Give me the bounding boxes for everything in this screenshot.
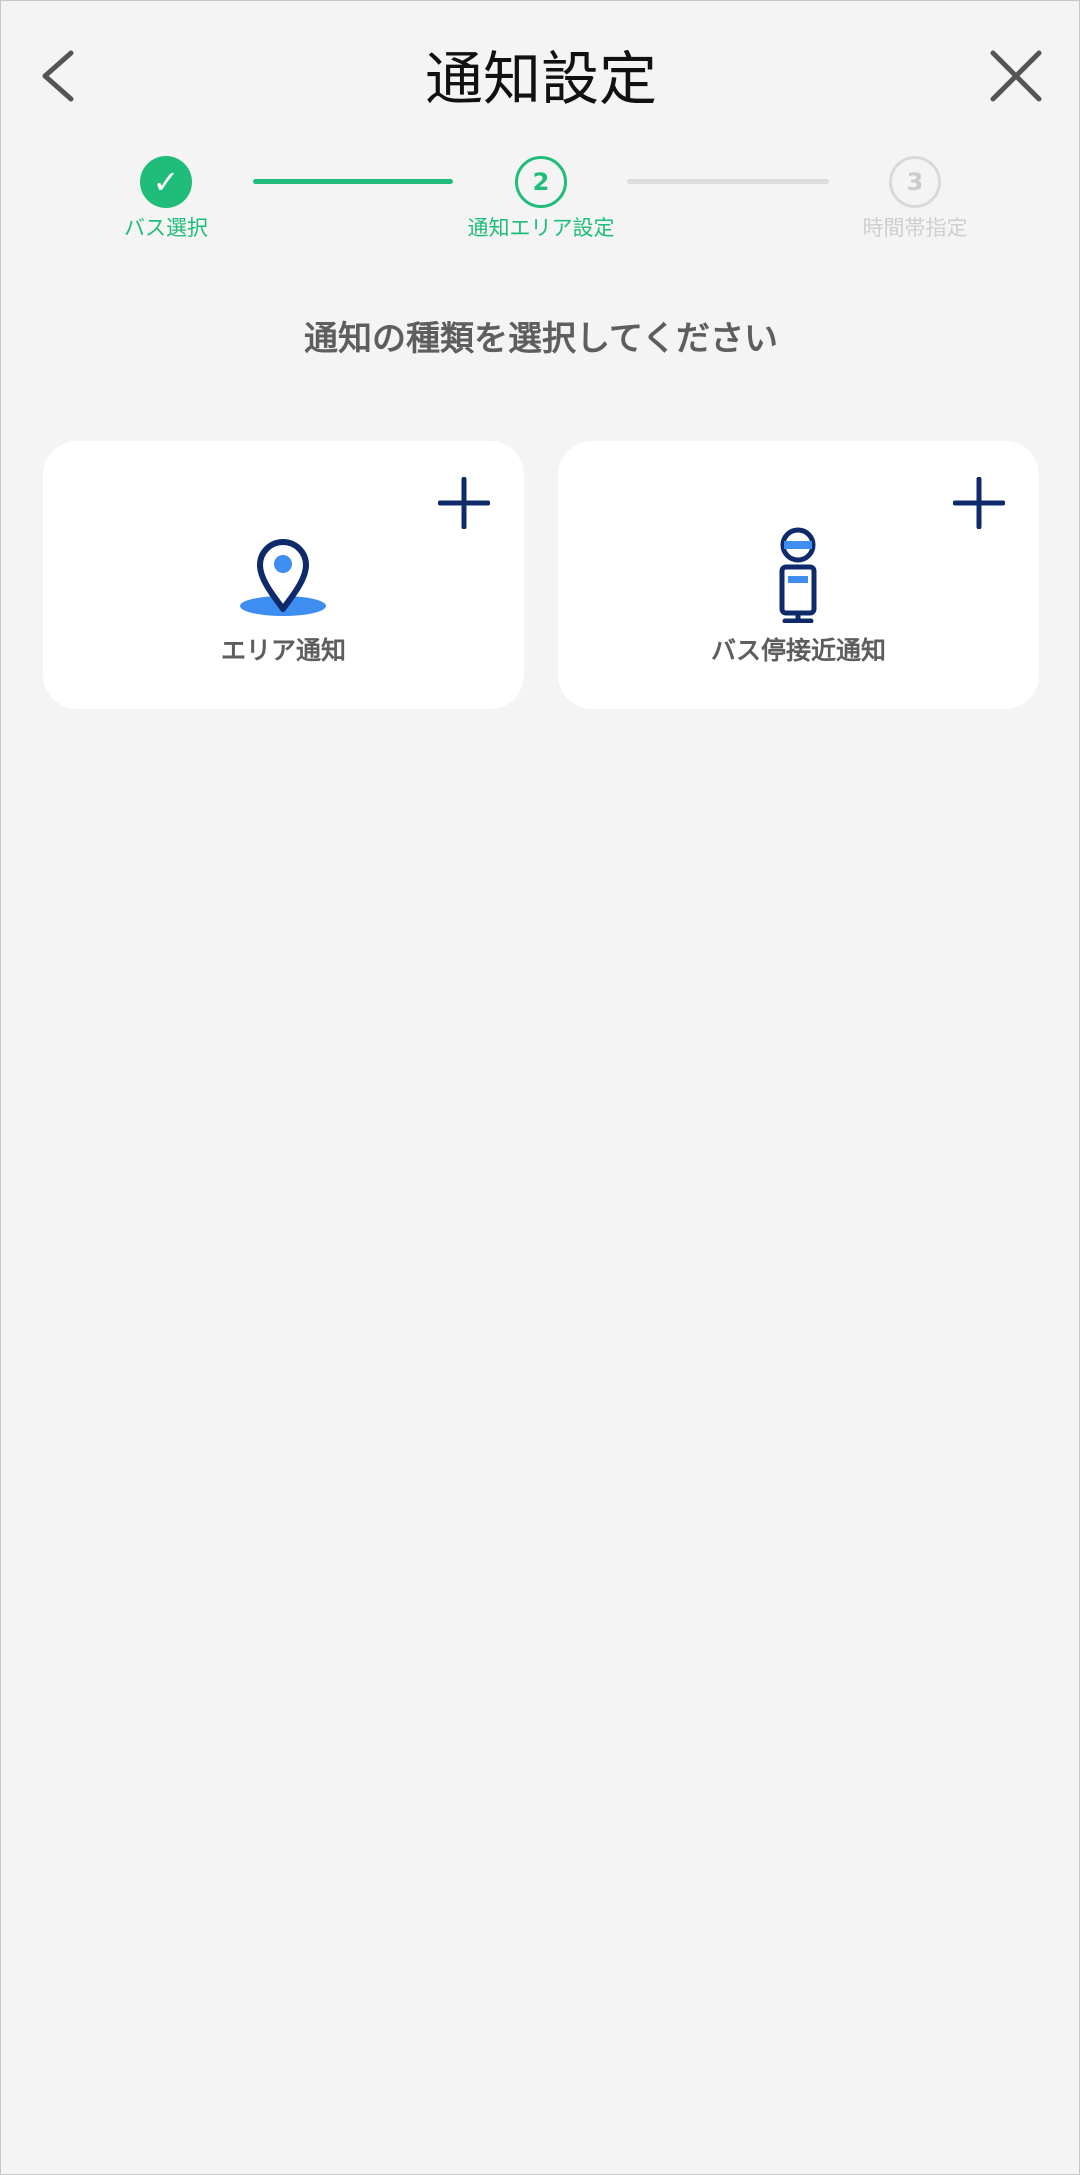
area-notification-card[interactable]: エリア通知 xyxy=(43,441,524,709)
step-connector-completed xyxy=(253,179,453,184)
plus-icon xyxy=(953,477,1005,529)
step-1-indicator: ✓ xyxy=(140,156,192,208)
area-notification-label: エリア通知 xyxy=(220,636,346,665)
bus-stop-approach-card[interactable]: バス停接近通知 xyxy=(558,441,1039,709)
step-connector-upcoming xyxy=(627,179,829,184)
step-2-indicator: 2 xyxy=(515,156,567,208)
check-icon: ✓ xyxy=(152,163,180,201)
step-1-label: バス選択 xyxy=(124,216,208,240)
step-2-label: 通知エリア設定 xyxy=(467,216,615,240)
progress-stepper: ✓ 2 3 バス選択 通知エリア設定 時間帯指定 xyxy=(1,151,1080,251)
bus-stop-approach-label: バス停接近通知 xyxy=(710,636,886,665)
step-3-indicator: 3 xyxy=(889,156,941,208)
plus-icon xyxy=(438,477,490,529)
bus-stop-icon xyxy=(779,527,817,623)
step-3-label: 時間帯指定 xyxy=(862,216,968,240)
close-icon xyxy=(990,50,1042,102)
page-title: 通知設定 xyxy=(424,45,657,113)
header: 通知設定 xyxy=(1,1,1080,151)
instruction-text: 通知の種類を選択してください xyxy=(304,319,778,359)
map-pin-icon xyxy=(240,539,326,616)
close-button[interactable] xyxy=(981,41,1051,111)
